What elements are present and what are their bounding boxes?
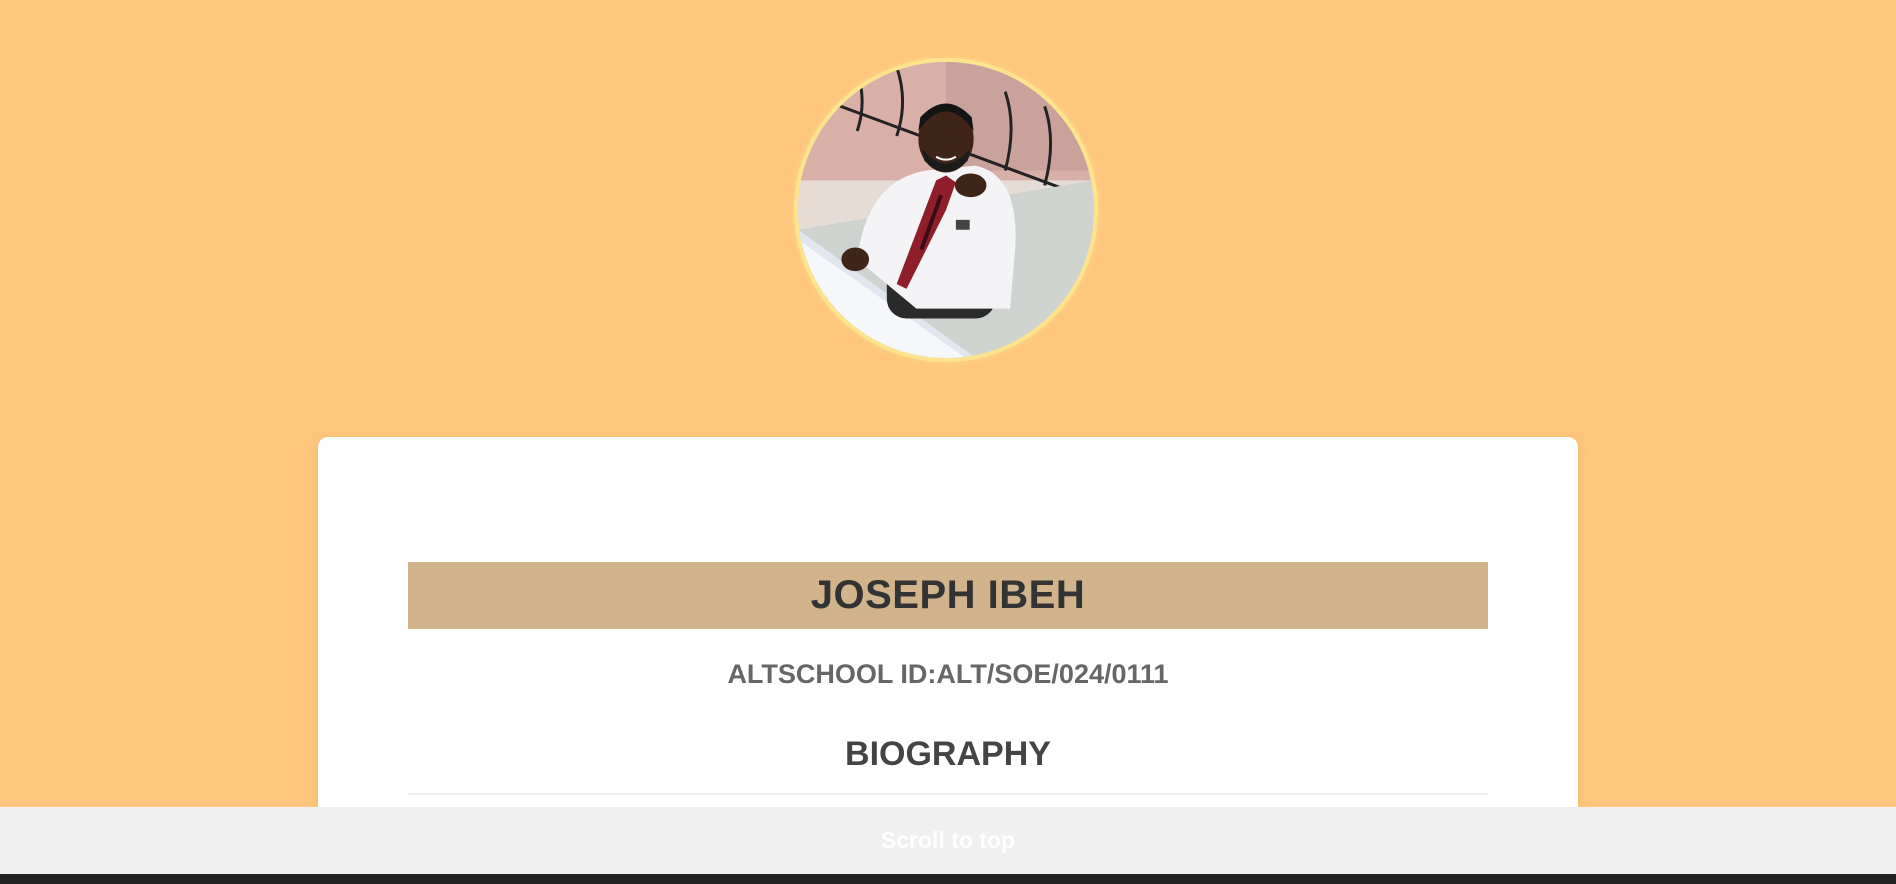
profile-card: JOSEPH IBEH ALTSCHOOL ID:ALT/SOE/024/011… (318, 437, 1578, 857)
name-banner: JOSEPH IBEH (408, 562, 1488, 629)
profile-name: JOSEPH IBEH (810, 573, 1086, 617)
profile-photo-illustration (798, 62, 1094, 358)
bottom-strip (0, 874, 1896, 884)
section-divider (408, 793, 1488, 795)
biography-heading: BIOGRAPHY (845, 735, 1051, 773)
scroll-to-top-button[interactable]: Scroll to top (0, 807, 1896, 874)
student-id: ALTSCHOOL ID:ALT/SOE/024/0111 (727, 659, 1169, 689)
profile-photo (794, 58, 1098, 362)
scroll-to-top-label: Scroll to top (880, 827, 1016, 853)
